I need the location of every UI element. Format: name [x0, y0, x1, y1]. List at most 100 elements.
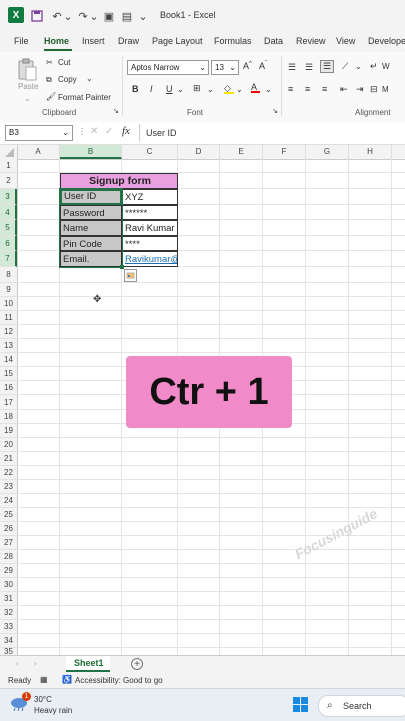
weather-desc[interactable]: Heavy rain	[34, 706, 72, 715]
wrap-text-icon[interactable]: ↵	[370, 61, 378, 72]
windows-start-icon[interactable]	[293, 697, 309, 713]
column-header-h[interactable]: H	[349, 145, 392, 159]
form-label-password[interactable]: Password	[60, 205, 122, 220]
underline-dropdown-icon[interactable]: ⌄	[177, 85, 184, 94]
row-header-20[interactable]: 20	[0, 438, 17, 452]
tab-draw[interactable]: Draw	[118, 36, 139, 46]
font-size-dropdown-icon[interactable]: ⌄	[229, 61, 236, 74]
row-header-34[interactable]: 34	[0, 634, 17, 648]
row-header-24[interactable]: 24	[0, 494, 17, 508]
align-left-icon[interactable]: ≡	[288, 84, 293, 94]
weather-temp[interactable]: 30°C	[34, 695, 52, 704]
copy-icon[interactable]: ⧉	[46, 75, 52, 85]
tab-insert[interactable]: Insert	[82, 36, 105, 46]
row-header-21[interactable]: 21	[0, 452, 17, 466]
increase-indent-icon[interactable]: ⇥	[356, 84, 364, 95]
column-header-d[interactable]: D	[178, 145, 220, 159]
tab-formulas[interactable]: Formulas	[214, 36, 252, 46]
redo-dropdown-icon[interactable]: ⌄	[89, 8, 98, 24]
quick-analysis-icon[interactable]	[124, 269, 137, 282]
form-icon[interactable]: ▤	[120, 8, 134, 24]
sheet-tab-sheet1[interactable]: Sheet1	[66, 656, 110, 672]
tab-page-layout[interactable]: Page Layout	[152, 36, 203, 46]
wrap-text-label[interactable]: W	[382, 62, 390, 71]
font-launcher-icon[interactable]: ↘	[272, 107, 278, 115]
column-header-e[interactable]: E	[220, 145, 263, 159]
tab-data[interactable]: Data	[264, 36, 283, 46]
merge-center-icon[interactable]: ⊟	[370, 84, 378, 95]
paste-label[interactable]: Paste	[18, 82, 38, 91]
row-header-12[interactable]: 12	[0, 325, 17, 339]
clipboard-launcher-icon[interactable]: ↘	[113, 107, 119, 115]
align-top-icon[interactable]: ☰	[288, 62, 296, 73]
tab-review[interactable]: Review	[296, 36, 326, 46]
row-header-3[interactable]: 3	[0, 189, 17, 205]
camera-icon[interactable]: ▣	[102, 8, 116, 24]
orientation-dropdown-icon[interactable]: ⌄	[355, 62, 362, 71]
row-header-14[interactable]: 14	[0, 353, 17, 367]
redo-icon[interactable]: ↷	[76, 8, 90, 24]
row-header-26[interactable]: 26	[0, 522, 17, 536]
cancel-icon[interactable]: ✕	[90, 126, 98, 137]
column-header-c[interactable]: C	[122, 145, 178, 159]
row-header-25[interactable]: 25	[0, 508, 17, 522]
align-middle-icon[interactable]: ☰	[305, 62, 313, 73]
fill-color-icon[interactable]: ◇	[224, 83, 234, 94]
column-header-g[interactable]: G	[306, 145, 349, 159]
paste-dropdown-icon[interactable]: ⌄	[24, 94, 31, 103]
row-header-8[interactable]: 8	[0, 267, 17, 283]
column-header-f[interactable]: F	[263, 145, 306, 159]
copy-dropdown-icon[interactable]: ⌄	[86, 74, 93, 83]
form-title-cell[interactable]: Signup form	[60, 173, 178, 189]
tab-file[interactable]: File	[14, 36, 29, 46]
underline-button[interactable]: U	[166, 84, 173, 94]
font-name-dropdown-icon[interactable]: ⌄	[199, 61, 206, 74]
row-header-19[interactable]: 19	[0, 424, 17, 438]
taskbar-search-box[interactable]: ⌕ Search	[318, 695, 405, 717]
font-color-icon[interactable]: A	[251, 82, 260, 93]
save-icon[interactable]	[30, 8, 44, 24]
accessibility-status[interactable]: Accessibility: Good to go	[75, 676, 163, 685]
row-header-4[interactable]: 4	[0, 205, 17, 220]
customize-toolbar-icon[interactable]: ⌄	[138, 8, 148, 24]
form-label-pin-code[interactable]: Pin Code	[60, 236, 122, 251]
enter-icon[interactable]: ✓	[105, 126, 113, 137]
copy-label[interactable]: Copy	[58, 75, 77, 84]
fill-color-dropdown-icon[interactable]: ⌄	[236, 85, 243, 94]
bold-button[interactable]: B	[132, 84, 139, 94]
scroll-sheets-right-icon[interactable]: ›	[34, 659, 37, 668]
row-header-27[interactable]: 27	[0, 536, 17, 550]
font-name-box[interactable]: Aptos Narrow ⌄	[127, 60, 209, 75]
align-right-icon[interactable]: ≡	[322, 84, 327, 94]
italic-button[interactable]: I	[150, 84, 153, 94]
row-header-10[interactable]: 10	[0, 297, 17, 311]
cut-label[interactable]: Cut	[58, 58, 70, 67]
column-header-a[interactable]: A	[17, 145, 60, 159]
formula-input[interactable]: User ID	[146, 128, 177, 138]
row-header-11[interactable]: 11	[0, 311, 17, 325]
font-size-box[interactable]: 13 ⌄	[211, 60, 239, 75]
row-header-16[interactable]: 16	[0, 381, 17, 395]
row-header-18[interactable]: 18	[0, 410, 17, 424]
row-header-15[interactable]: 15	[0, 367, 17, 381]
orientation-icon[interactable]: ⟋	[342, 61, 348, 72]
name-box-dropdown-icon[interactable]: ⌄	[62, 126, 69, 140]
form-label-user-id[interactable]: User ID	[60, 189, 122, 205]
form-value-name[interactable]: Ravi Kumar	[122, 220, 178, 236]
row-header-33[interactable]: 33	[0, 620, 17, 634]
accessibility-icon[interactable]: ♿	[62, 675, 72, 684]
row-header-23[interactable]: 23	[0, 480, 17, 494]
increase-font-icon[interactable]: A^	[243, 61, 252, 71]
select-all-button[interactable]	[0, 145, 18, 159]
undo-icon[interactable]: ↶	[50, 8, 64, 24]
column-header-b[interactable]: B	[60, 145, 122, 159]
row-header-13[interactable]: 13	[0, 339, 17, 353]
tab-view[interactable]: View	[336, 36, 355, 46]
form-value-email[interactable]: Ravikumar@	[122, 251, 178, 267]
font-color-dropdown-icon[interactable]: ⌄	[265, 85, 272, 94]
merge-center-label[interactable]: M	[382, 85, 389, 94]
form-value-password[interactable]: ******	[122, 205, 178, 220]
row-header-31[interactable]: 31	[0, 592, 17, 606]
row-header-17[interactable]: 17	[0, 395, 17, 410]
row-header-22[interactable]: 22	[0, 466, 17, 480]
